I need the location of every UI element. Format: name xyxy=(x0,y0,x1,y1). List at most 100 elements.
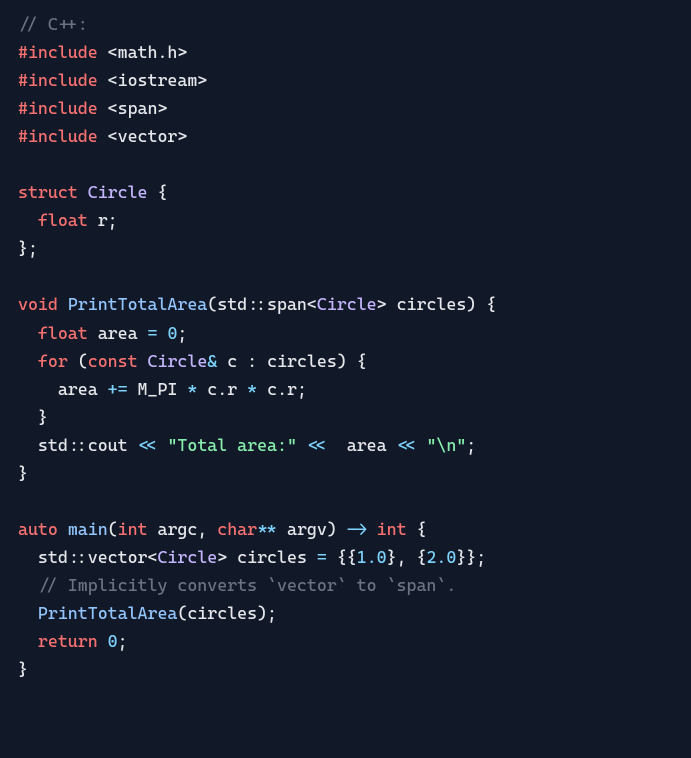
var-area: area xyxy=(98,323,138,343)
keyword-for: for xyxy=(38,351,68,371)
lparen: ( xyxy=(177,603,187,623)
brace-close: } xyxy=(18,659,28,679)
var-circles: circles xyxy=(237,547,307,567)
brace-open: { xyxy=(357,351,367,371)
ns-std: std xyxy=(217,294,247,314)
op-ptr-ptr: ** xyxy=(257,519,277,539)
include-path: <vector> xyxy=(108,126,188,146)
var-area: area xyxy=(347,435,387,455)
arg-circles: circles xyxy=(187,603,257,623)
literal-zero: 0 xyxy=(167,323,177,343)
type-circle: Circle xyxy=(317,294,377,314)
type-circle: Circle xyxy=(148,351,208,371)
keyword-void: void xyxy=(18,294,58,314)
include-directive: #include xyxy=(18,98,98,118)
var-c: c xyxy=(207,379,217,399)
rparen: ) xyxy=(337,351,347,371)
include-directive: #include xyxy=(18,126,98,146)
member-r: r xyxy=(227,379,237,399)
keyword-return: return xyxy=(38,631,98,651)
angle-close: > xyxy=(377,294,387,314)
op-stream: << xyxy=(307,435,327,455)
rparen: ) xyxy=(327,519,337,539)
include-path: <math.h> xyxy=(108,42,188,62)
include-path: <iostream> xyxy=(108,70,208,90)
brace-open: { xyxy=(157,182,167,202)
include-path: <span> xyxy=(108,98,168,118)
init-open: {{ xyxy=(337,547,357,567)
member-r: r xyxy=(287,379,297,399)
include-directive: #include xyxy=(18,42,98,62)
ns-std: std xyxy=(38,547,68,567)
func-print-total-area: PrintTotalArea xyxy=(68,294,207,314)
op-plus-eq: += xyxy=(108,379,128,399)
angle-open: < xyxy=(307,294,317,314)
lparen: ( xyxy=(108,519,118,539)
scope-op: :: xyxy=(68,547,88,567)
op-arrow: -> xyxy=(347,519,367,539)
brace-open: { xyxy=(486,294,496,314)
func-main: main xyxy=(68,519,108,539)
op-assign: = xyxy=(148,323,158,343)
dot: . xyxy=(277,379,287,399)
param-circles: circles xyxy=(397,294,467,314)
param-argv: argv xyxy=(287,519,327,539)
rparen: ) xyxy=(466,294,476,314)
semicolon: ; xyxy=(466,435,476,455)
ns-std: std xyxy=(38,435,68,455)
string-total: "Total area:" xyxy=(167,435,297,455)
var-circles: circles xyxy=(267,351,337,371)
span-template: span xyxy=(267,294,307,314)
brace-close-semi: }; xyxy=(18,238,38,258)
op-mul: * xyxy=(187,379,197,399)
keyword-int: int xyxy=(377,519,407,539)
var-c: c xyxy=(267,379,277,399)
lparen: ( xyxy=(78,351,88,371)
call-print-total-area: PrintTotalArea xyxy=(38,603,177,623)
op-assign: = xyxy=(317,547,327,567)
semicolon: ; xyxy=(118,631,128,651)
code-block: // C++: #include <math.h> #include <iost… xyxy=(18,10,673,683)
type-circle: Circle xyxy=(157,547,217,567)
comment-line: // Implicitly converts `vector` to `span… xyxy=(38,575,456,595)
semicolon: ; xyxy=(267,603,277,623)
op-stream: << xyxy=(138,435,158,455)
keyword-float: float xyxy=(38,323,88,343)
rparen: ) xyxy=(257,603,267,623)
brace-open: { xyxy=(417,519,427,539)
member-r: r xyxy=(98,210,108,230)
brace-close: } xyxy=(18,463,28,483)
op-mul: * xyxy=(247,379,257,399)
keyword-char: char xyxy=(217,519,257,539)
init-sep: }, { xyxy=(387,547,427,567)
op-ref: & xyxy=(207,351,217,371)
dot: . xyxy=(217,379,227,399)
brace-close: } xyxy=(38,407,48,427)
literal-zero: 0 xyxy=(108,631,118,651)
literal-two: 2.0 xyxy=(426,547,456,567)
angle-close: > xyxy=(217,547,227,567)
include-directive: #include xyxy=(18,70,98,90)
param-argc: argc xyxy=(157,519,197,539)
comment-line: // C++: xyxy=(18,14,88,34)
cout: cout xyxy=(88,435,128,455)
angle-open: < xyxy=(148,547,158,567)
scope-op: :: xyxy=(247,294,267,314)
literal-one: 1.0 xyxy=(357,547,387,567)
semicolon: ; xyxy=(108,210,118,230)
range-colon: : xyxy=(247,351,257,371)
var-c: c xyxy=(227,351,237,371)
semicolon: ; xyxy=(476,547,486,567)
semicolon: ; xyxy=(297,379,307,399)
scope-op: :: xyxy=(68,435,88,455)
vector-template: vector xyxy=(88,547,148,567)
string-newline: "\n" xyxy=(426,435,466,455)
op-stream: << xyxy=(397,435,417,455)
var-area: area xyxy=(58,379,98,399)
lparen: ( xyxy=(207,294,217,314)
semicolon: ; xyxy=(177,323,187,343)
keyword-auto: auto xyxy=(18,519,58,539)
const-mpi: M_PI xyxy=(138,379,178,399)
type-circle: Circle xyxy=(88,182,148,202)
keyword-float: float xyxy=(38,210,88,230)
